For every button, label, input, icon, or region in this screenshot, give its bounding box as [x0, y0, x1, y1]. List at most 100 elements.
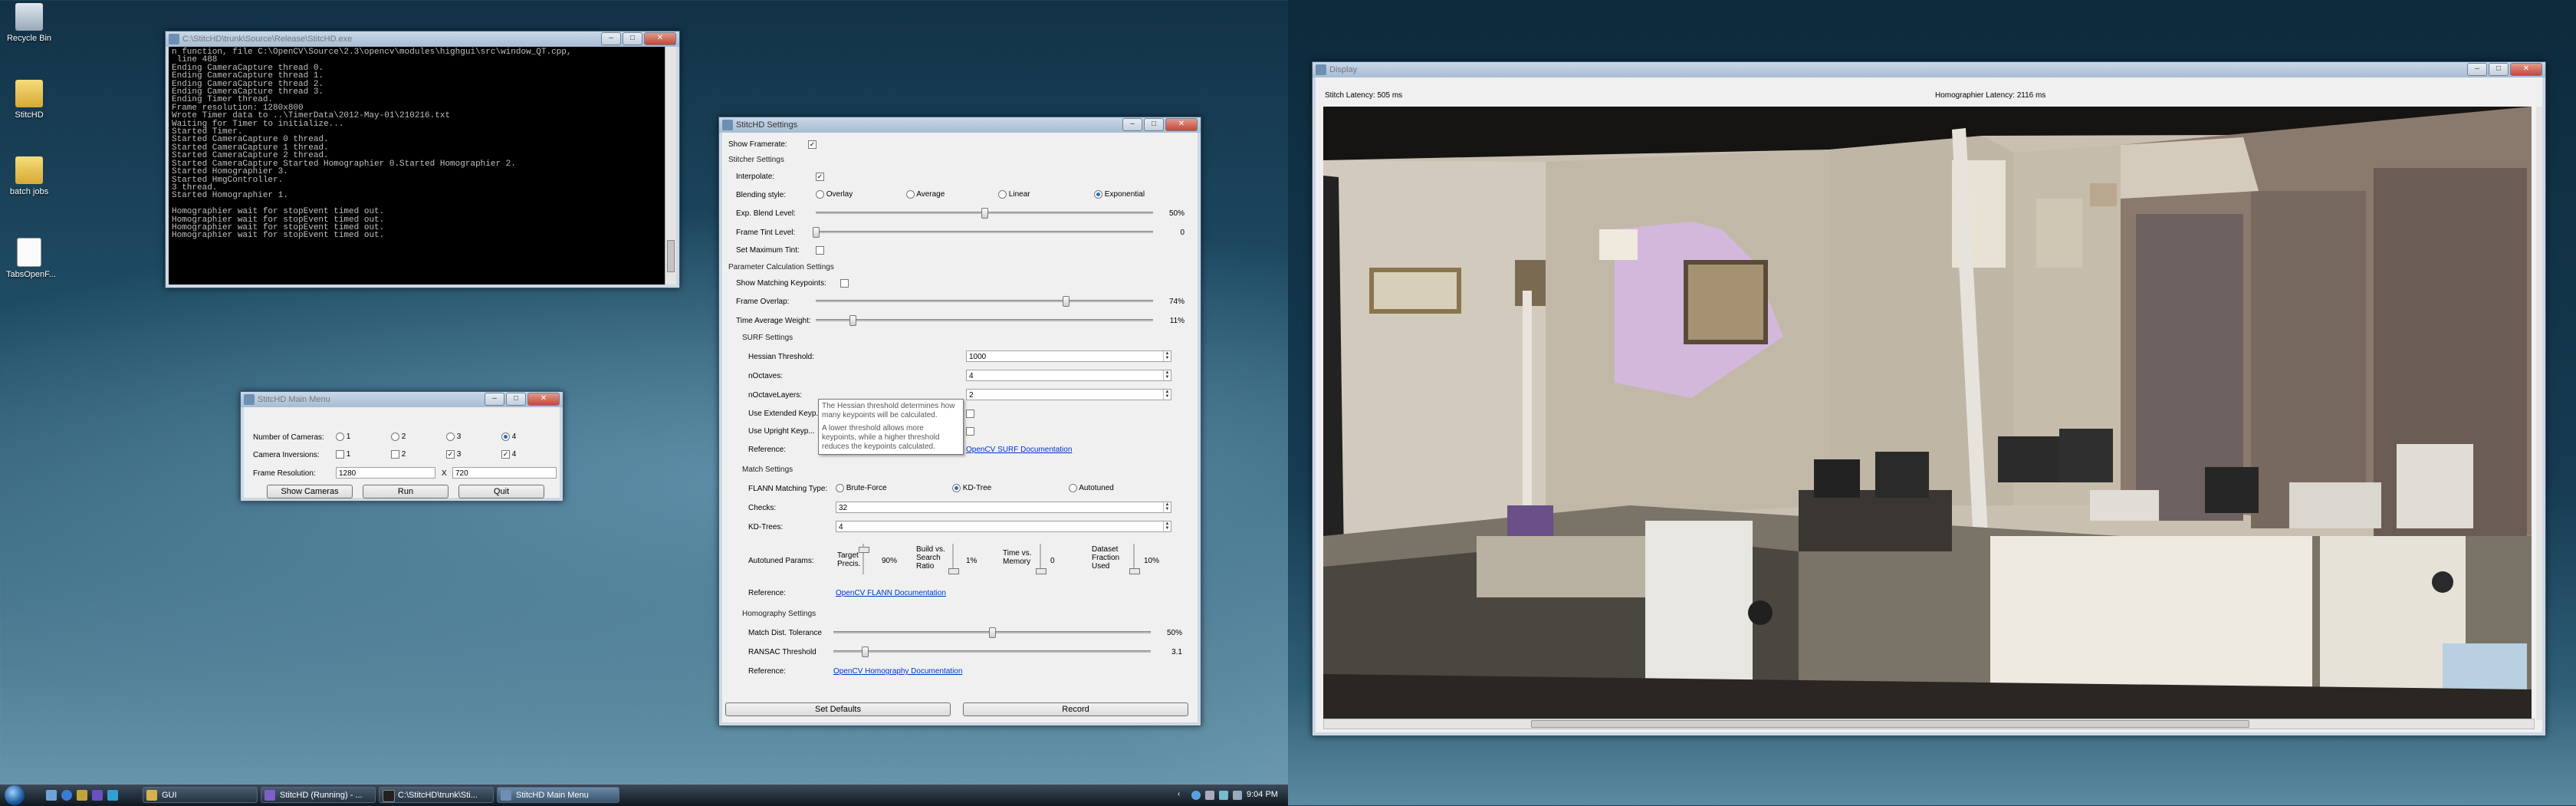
slider-thumb[interactable] [1062, 296, 1070, 307]
num-cameras-radio-3[interactable]: 3 [446, 433, 461, 441]
tray-expand-icon[interactable]: ‹ [1178, 790, 1185, 801]
slider-thumb[interactable] [813, 227, 820, 238]
time-vs-memory-slider[interactable] [1036, 544, 1046, 574]
spinner-arrows[interactable]: ▲ ▼ [1163, 390, 1171, 400]
show-matching-checkbox[interactable] [840, 279, 849, 288]
clock[interactable]: 9:04 PM [1247, 790, 1278, 799]
flann-radio-autotuned[interactable]: Autotuned [1069, 484, 1114, 492]
blend-radio-exponential[interactable]: Exponential [1094, 190, 1145, 199]
interpolate-checkbox[interactable]: ✓ [816, 173, 824, 181]
inversion-checkbox-3[interactable]: ✓ 3 [446, 450, 461, 459]
time-average-slider[interactable] [816, 315, 1153, 326]
num-cameras-radio-4[interactable]: 4 [501, 433, 516, 441]
minimize-button[interactable]: – [485, 393, 504, 406]
display-window[interactable]: Display – □ ✕ Stitch Latency: 505 ms Hom… [1312, 61, 2546, 736]
display-vertical-scrollbar[interactable] [2536, 107, 2542, 720]
desktop-icon-stitchd[interactable]: StitcHD [6, 80, 52, 120]
quick-launch-icon[interactable] [107, 790, 118, 801]
quit-button[interactable]: Quit [458, 485, 544, 498]
scrollbar-thumb[interactable] [667, 240, 675, 272]
record-button[interactable]: Record [963, 702, 1188, 716]
main-menu-window[interactable]: StitcHD Main Menu – □ ✕ Number of Camera… [240, 391, 564, 502]
taskbar-item-console[interactable]: C:\StitcHD\trunk\Sti... [379, 787, 494, 803]
browser-icon[interactable] [61, 790, 72, 801]
build-vs-search-slider[interactable] [948, 544, 959, 574]
use-extended-checkbox[interactable] [966, 410, 974, 418]
close-button[interactable]: ✕ [2510, 63, 2542, 76]
homography-documentation-link[interactable]: OpenCV Homography Documentation [833, 667, 962, 676]
close-button[interactable]: ✕ [644, 32, 676, 45]
network-icon[interactable] [1191, 791, 1201, 800]
flann-radio-kdtree[interactable]: KD-Tree [952, 484, 991, 492]
frame-tint-slider[interactable] [813, 227, 1153, 238]
display-horizontal-scrollbar[interactable] [1323, 719, 2535, 729]
blend-radio-overlay[interactable]: Overlay [816, 190, 853, 199]
noctaves-input[interactable]: 4 ▲ ▼ [966, 370, 1171, 381]
minimize-button[interactable]: – [601, 32, 621, 45]
kd-trees-input[interactable]: 4 ▲ ▼ [836, 521, 1171, 532]
spinner-arrows[interactable]: ▲ ▼ [1163, 351, 1171, 361]
desktop-icon-recycle-bin[interactable]: Recycle Bin [6, 3, 52, 43]
inversion-checkbox-4[interactable]: ✓ 4 [501, 450, 516, 459]
match-dist-slider[interactable] [833, 627, 1151, 638]
inversion-checkbox-1[interactable]: 1 [336, 450, 350, 459]
close-button[interactable]: ✕ [1165, 118, 1198, 131]
resolution-width-input[interactable]: 1280 [336, 467, 435, 479]
set-max-tint-checkbox[interactable] [816, 246, 824, 255]
settings-window[interactable]: StitcHD Settings – □ ✕ Show Framerate: ✓… [718, 117, 1201, 726]
slider-thumb[interactable] [981, 208, 988, 219]
maximize-button[interactable]: □ [506, 393, 526, 406]
tray-app-icon[interactable] [1233, 791, 1242, 800]
target-precis-slider[interactable] [859, 544, 869, 574]
maximize-button[interactable]: □ [2489, 63, 2509, 76]
slider-thumb[interactable] [989, 627, 996, 638]
exp-blend-slider[interactable] [816, 208, 1153, 219]
show-cameras-button[interactable]: Show Cameras [267, 485, 353, 498]
set-defaults-button[interactable]: Set Defaults [725, 702, 951, 716]
taskbar-item-stitchd-running[interactable]: StitcHD (Running) - ... [261, 787, 376, 803]
settings-titlebar[interactable]: StitcHD Settings – □ ✕ [719, 117, 1201, 133]
flann-documentation-link[interactable]: OpenCV FLANN Documentation [836, 589, 946, 597]
spinner-arrows[interactable]: ▲ ▼ [1163, 370, 1171, 380]
console-scrollbar[interactable] [665, 47, 676, 285]
spinner-arrows[interactable]: ▲ ▼ [1163, 502, 1171, 512]
checks-input[interactable]: 32 ▲ ▼ [836, 502, 1171, 513]
ransac-slider[interactable] [833, 646, 1151, 657]
taskbar-item-main-menu[interactable]: StitcHD Main Menu [497, 787, 619, 803]
dataset-fraction-slider[interactable] [1129, 544, 1140, 574]
maximize-button[interactable]: □ [623, 32, 642, 45]
maximize-button[interactable]: □ [1144, 118, 1164, 131]
num-cameras-radio-1[interactable]: 1 [336, 433, 350, 441]
show-framerate-checkbox[interactable]: ✓ [808, 140, 816, 149]
resolution-height-input[interactable]: 720 [452, 467, 557, 479]
visual-studio-icon[interactable] [92, 790, 103, 801]
use-upright-checkbox[interactable] [966, 427, 974, 436]
hessian-threshold-input[interactable]: 1000 ▲ ▼ [966, 350, 1171, 362]
num-cameras-radio-2[interactable]: 2 [391, 433, 406, 441]
tray-app-icon[interactable] [1219, 791, 1228, 800]
frame-overlap-slider[interactable] [816, 296, 1153, 307]
blend-radio-average[interactable]: Average [906, 190, 945, 199]
volume-icon[interactable] [1205, 791, 1214, 800]
spinner-arrows[interactable]: ▲ ▼ [1163, 521, 1171, 531]
minimize-button[interactable]: – [1122, 118, 1142, 131]
surf-documentation-link[interactable]: OpenCV SURF Documentation [966, 446, 1072, 454]
minimize-button[interactable]: – [2467, 63, 2487, 76]
flann-radio-bruteforce[interactable]: Brute-Force [836, 484, 887, 492]
start-button[interactable] [5, 785, 25, 805]
taskbar-item-gui[interactable]: GUI [143, 787, 258, 803]
display-titlebar[interactable]: Display – □ ✕ [1313, 62, 2545, 77]
console-window[interactable]: C:\StitcHD\trunk\Source\Release\StitcHD.… [165, 31, 680, 288]
slider-thumb[interactable] [849, 315, 857, 326]
inversion-checkbox-2[interactable]: 2 [391, 450, 406, 459]
show-desktop-icon[interactable] [46, 790, 57, 801]
close-button[interactable]: ✕ [527, 393, 560, 406]
slider-thumb[interactable] [862, 646, 869, 657]
noctave-layers-input[interactable]: 2 ▲ ▼ [966, 389, 1171, 400]
explorer-icon[interactable] [77, 790, 87, 801]
desktop-icon-batch-jobs[interactable]: batch jobs [6, 156, 52, 196]
blend-radio-linear[interactable]: Linear [998, 190, 1030, 199]
main-menu-titlebar[interactable]: StitcHD Main Menu – □ ✕ [241, 392, 563, 407]
console-titlebar[interactable]: C:\StitcHD\trunk\Source\Release\StitcHD.… [166, 31, 679, 47]
run-button[interactable]: Run [363, 485, 449, 498]
